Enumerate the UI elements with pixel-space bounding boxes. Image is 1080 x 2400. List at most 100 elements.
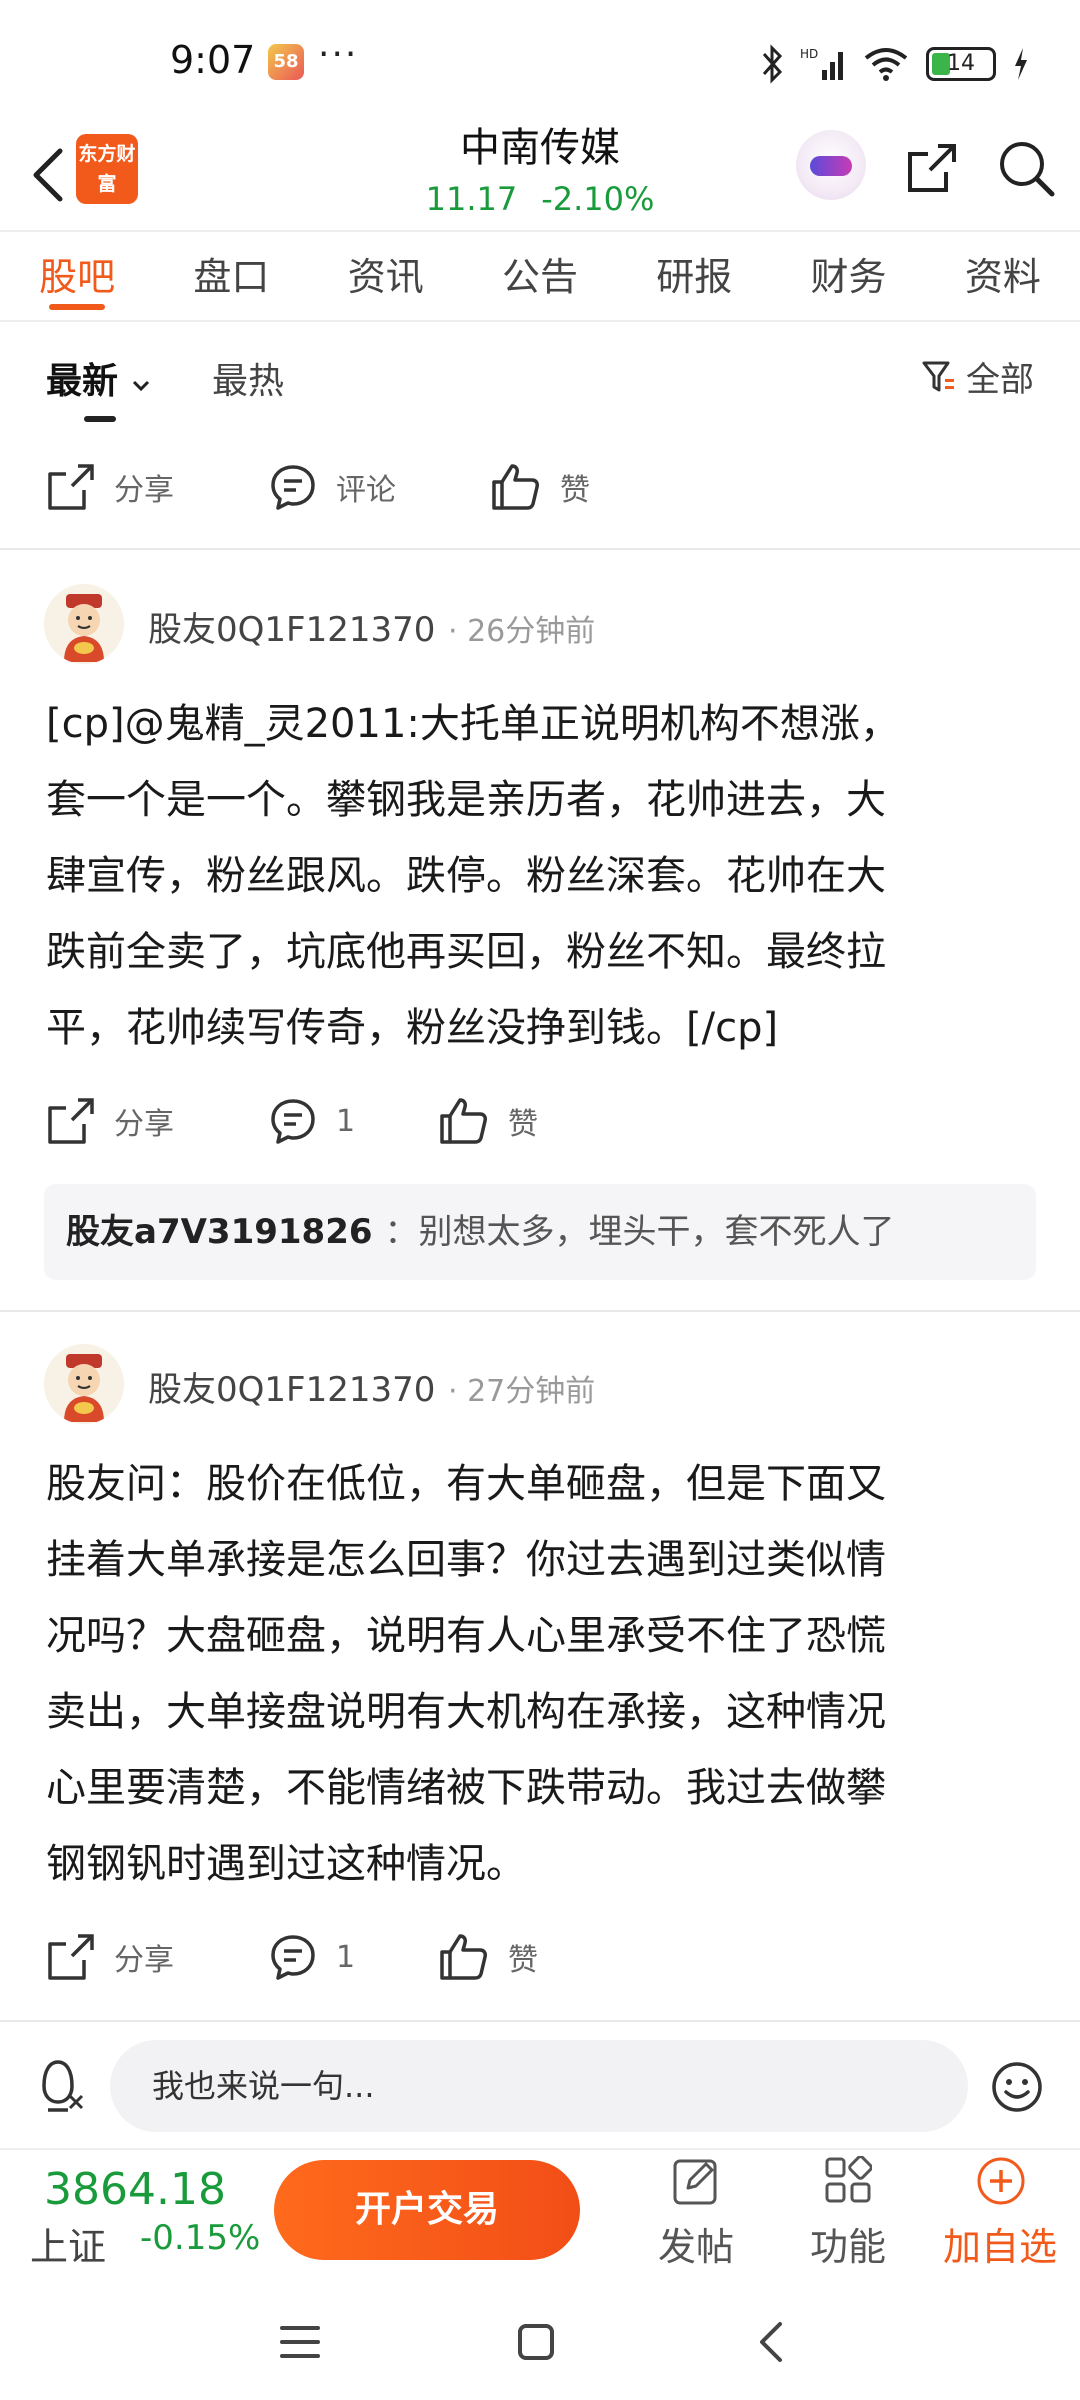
post-author[interactable]: 股友0Q1F121370 (148, 1362, 435, 1411)
tab-news[interactable]: 资讯 (309, 232, 463, 320)
comment-count: 1 (336, 1939, 356, 1975)
post-header: 股友0Q1F121370 · 26分钟前 (0, 584, 1080, 674)
thumbs-up-icon (492, 464, 539, 510)
filter-button[interactable]: 全部 (920, 352, 1034, 401)
comment-icon (271, 465, 315, 510)
post-header: 股友0Q1F121370 · 27分钟前 (0, 1344, 1080, 1434)
sort-newest[interactable]: 最新 (46, 352, 151, 422)
like-button[interactable]: 赞 (438, 1076, 538, 1166)
back-nav-icon[interactable] (742, 2312, 802, 2372)
anonymous-user-icon[interactable] (36, 2056, 86, 2112)
share-icon (48, 1098, 94, 1144)
share-label: 分享 (114, 473, 174, 508)
share-button[interactable]: 分享 (46, 1076, 174, 1166)
index-value: 3864.18 (44, 2164, 226, 2215)
back-button[interactable] (18, 140, 78, 210)
post-line: 钢钢钒时遇到过这种情况。 (46, 1841, 526, 1887)
like-label: 赞 (560, 473, 590, 508)
divider (0, 2020, 1080, 2022)
wifi-icon (864, 48, 908, 81)
post-line: 跌前全卖了，坑底他再买回，粉丝不知。最终拉 (46, 929, 886, 975)
ai-assistant-icon[interactable] (796, 130, 866, 200)
bottom-bar: 3864.18 上证 -0.15% 开户交易 发帖 功能 加自选 (0, 2148, 1080, 2272)
reply-author[interactable]: 股友a7V3191826 (66, 1212, 373, 1252)
comment-input-bar: 我也来说一句... (0, 2030, 1080, 2140)
post-content[interactable]: [cp]@鬼精_灵2011:大托单正说明机构不想涨， 套一个是一个。攀钢我是亲历… (46, 686, 1036, 1066)
comment-button[interactable]: 1 (268, 1076, 355, 1166)
divider (0, 1310, 1080, 1312)
back-arrow-icon (33, 148, 63, 202)
post-line: 心里要清楚，不能情绪被下跌带动。我过去做攀 (46, 1765, 886, 1811)
post-line: 挂着大单承接是怎么回事？你过去遇到过类似情 (46, 1537, 886, 1583)
add-circle-icon (977, 2157, 1025, 2205)
share-button[interactable]: 分享 (46, 1912, 174, 2002)
filter-label: 全部 (966, 360, 1034, 400)
comment-input[interactable]: 我也来说一句... (110, 2040, 968, 2132)
share-button[interactable]: 分享 (46, 442, 174, 532)
tab-profile[interactable]: 资料 (926, 232, 1080, 320)
tab-announcements[interactable]: 公告 (463, 232, 617, 320)
tab-finance[interactable]: 财务 (771, 232, 925, 320)
share-label: 分享 (114, 1107, 174, 1142)
post-time: · 27分钟前 (448, 1374, 596, 1409)
functions-button[interactable]: 功能 (778, 2150, 918, 2274)
post-time-value: 27分钟前 (467, 1374, 596, 1409)
header: 东方财富 中南传媒 11.17 -2.10% (0, 120, 1080, 230)
post-time-value: 26分钟前 (467, 614, 596, 649)
index-name: 上证 (30, 2225, 107, 2269)
chevron-down-icon (132, 380, 149, 392)
grid-icon (825, 2156, 872, 2203)
stock-title[interactable]: 中南传媒 11.17 -2.10% (340, 120, 740, 222)
tab-guba[interactable]: 股吧 (0, 232, 154, 320)
share-icon (48, 464, 94, 510)
post-content[interactable]: 股友问：股价在低位，有大单砸盘，但是下面又 挂着大单承接是怎么回事？你过去遇到过… (46, 1446, 1036, 1902)
stock-name: 中南传媒 (460, 125, 620, 171)
like-button[interactable]: 赞 (490, 442, 590, 532)
tab-pankou[interactable]: 盘口 (154, 232, 308, 320)
post-time: · 26分钟前 (448, 614, 596, 649)
emoji-icon[interactable] (990, 2060, 1044, 2114)
post-line: [cp]@鬼精_灵2011:大托单正说明机构不想涨， (46, 701, 900, 747)
tab-research[interactable]: 研报 (617, 232, 771, 320)
post-button[interactable]: 发帖 (626, 2150, 766, 2274)
app-logo: 东方财富 (76, 134, 138, 204)
search-icon[interactable] (994, 136, 1058, 200)
post-actions: 分享 1 赞 (0, 1076, 1080, 1166)
post-line: 股友问：股价在低位，有大单砸盘，但是下面又 (46, 1461, 886, 1507)
comment-button[interactable]: 评论 (268, 442, 396, 532)
post-author[interactable]: 股友0Q1F121370 (148, 602, 435, 651)
share-label: 分享 (114, 1943, 174, 1978)
signal-icon: HD (800, 47, 843, 80)
filter-icon (922, 361, 954, 391)
system-navigation-bar (0, 2272, 1080, 2400)
compose-icon (673, 2159, 717, 2205)
comment-icon (271, 1099, 315, 1144)
share-icon (48, 1934, 94, 1980)
post-line: 卖出，大单接盘说明有大机构在承接，这种情况 (46, 1689, 886, 1735)
divider (0, 548, 1080, 550)
comment-button[interactable]: 1 (268, 1912, 355, 2002)
like-label: 赞 (508, 1943, 538, 1978)
comment-label: 评论 (336, 473, 396, 508)
post-label: 发帖 (657, 2225, 734, 2269)
post-line: 套一个是一个。攀钢我是亲历者，花帅进去，大 (46, 777, 886, 823)
avatar[interactable] (44, 584, 124, 664)
menu-icon[interactable] (270, 2312, 330, 2372)
sort-newest-label: 最新 (46, 361, 119, 402)
open-account-trade-button[interactable]: 开户交易 (274, 2160, 580, 2260)
battery-icon: 14 (926, 47, 996, 81)
reply-preview[interactable]: 股友a7V3191826 ：别想太多，埋头干，套不死人了 (44, 1184, 1036, 1280)
home-icon[interactable] (506, 2312, 566, 2372)
post-line: 肆宣传，粉丝跟风。跌停。粉丝深套。花帅在大 (46, 853, 886, 899)
status-time: 9:07 (170, 38, 256, 82)
index-change: -0.15% (140, 2218, 261, 2258)
avatar[interactable] (44, 1344, 124, 1424)
like-button[interactable]: 赞 (438, 1912, 538, 2002)
more-notifications-icon: ··· (318, 34, 359, 75)
add-watchlist-button[interactable]: 加自选 (930, 2150, 1070, 2274)
share-out-icon[interactable] (900, 136, 964, 200)
caishen-avatar-icon (64, 594, 104, 662)
thumbs-up-icon (440, 1934, 487, 1980)
sort-hottest[interactable]: 最热 (212, 352, 284, 404)
status-bar: 9:07 58 ··· HD 14 (0, 0, 1080, 120)
